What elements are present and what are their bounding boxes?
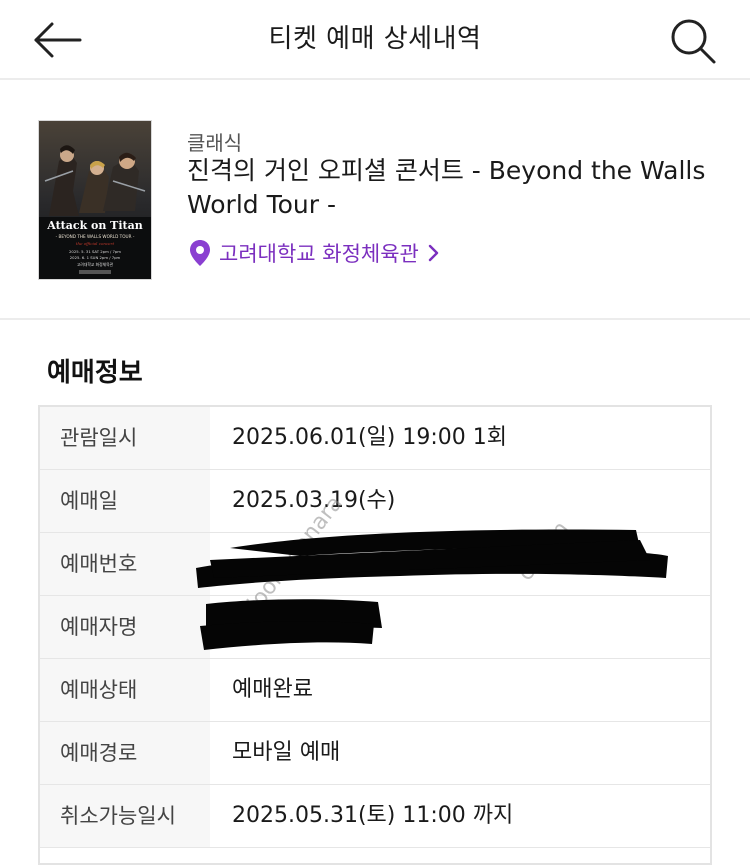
row-label: 예매번호 bbox=[40, 533, 210, 595]
booking-date-value: 2025.03.19(수) bbox=[232, 488, 396, 513]
view-datetime-value: 2025.06.01(일) 19:00 1회 bbox=[232, 425, 507, 450]
row-label: 예매경로 bbox=[40, 722, 210, 784]
app-header: 티켓 예매 상세내역 bbox=[0, 0, 750, 80]
poster-subtitle: - BEYOND THE WALLS WORLD TOUR - bbox=[56, 234, 135, 239]
row-label: 관람일시 bbox=[40, 407, 210, 469]
event-poster[interactable]: Attack on Titan - BEYOND THE WALLS WORLD… bbox=[38, 120, 152, 280]
row-booking-date: 예매일 2025.03.19(수) bbox=[40, 470, 710, 533]
event-title: 진격의 거인 오피셜 콘서트 - Beyond the Walls World … bbox=[187, 156, 706, 219]
cancel-deadline-value: 2025.05.31(토) 11:00 까지 bbox=[232, 803, 514, 828]
row-booking-status: 예매상태 예매완료 bbox=[40, 659, 710, 722]
row-label: 예매자명 bbox=[40, 596, 210, 658]
row-label: 예매일 bbox=[40, 470, 210, 532]
event-category: 클래식 bbox=[187, 131, 243, 155]
row-booking-channel: 예매경로 모바일 예매 bbox=[40, 722, 710, 785]
poster-art: Attack on Titan - BEYOND THE WALLS WORLD… bbox=[39, 121, 151, 279]
booking-info-table: 관람일시 2025.06.01(일) 19:00 1회 예매일 2025.03.… bbox=[38, 405, 712, 865]
booking-info-title: 예매정보 bbox=[47, 358, 143, 388]
row-label: 취소가능일시 bbox=[40, 785, 210, 847]
booking-status-value: 예매완료 bbox=[232, 677, 313, 702]
row-cancel-deadline: 취소가능일시 2025.05.31(토) 11:00 까지 bbox=[40, 785, 710, 848]
row-view-datetime: 관람일시 2025.06.01(일) 19:00 1회 bbox=[40, 407, 710, 470]
chevron-right-icon bbox=[428, 244, 439, 262]
search-icon bbox=[671, 19, 716, 64]
booking-channel-value: 모바일 예매 bbox=[232, 740, 341, 765]
venue-link[interactable]: 고려대학교 화정체육관 bbox=[189, 238, 441, 268]
poster-tagline: the official concert bbox=[76, 241, 115, 246]
event-summary: Attack on Titan - BEYOND THE WALLS WORLD… bbox=[0, 80, 750, 320]
poster-title: Attack on Titan bbox=[46, 219, 143, 232]
venue-name: 고려대학교 화정체육관 bbox=[219, 242, 419, 266]
location-pin-icon bbox=[190, 240, 210, 266]
row-booking-number: 예매번호 bbox=[40, 533, 710, 596]
page-title: 티켓 예매 상세내역 bbox=[268, 24, 482, 54]
row-booker-name: 예매자명 bbox=[40, 596, 710, 659]
poster-venue: 고려대학교 화정체육관 bbox=[77, 262, 114, 267]
poster-date-1: 2025. 5. 31 SAT 2pm / 7pm bbox=[69, 249, 121, 254]
search-button[interactable] bbox=[666, 14, 718, 66]
poster-date-2: 2025. 6. 1 SUN 2pm / 7pm bbox=[70, 255, 121, 260]
row-label: 예매상태 bbox=[40, 659, 210, 721]
